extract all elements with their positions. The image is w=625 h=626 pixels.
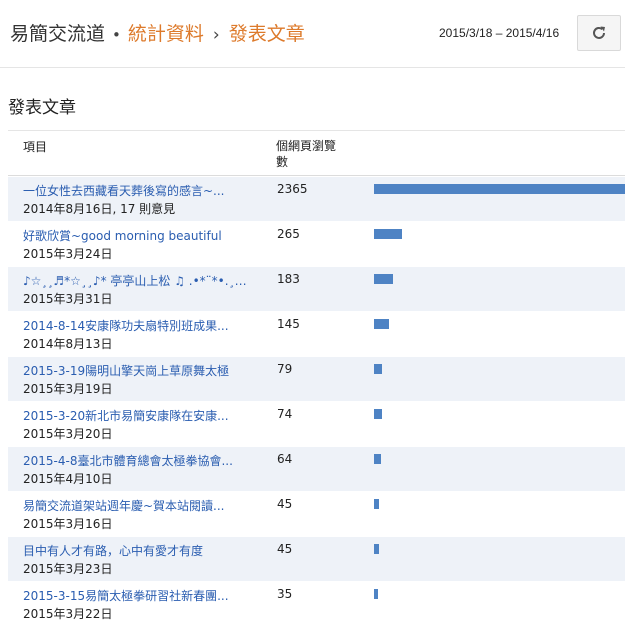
table-row: 目中有人才有路，心中有愛才有度 2015年3月23日 45 (8, 537, 625, 581)
view-count: 45 (277, 497, 293, 511)
view-bar (374, 544, 379, 554)
table-header: 項目 個網頁瀏覽數 (8, 130, 625, 176)
post-title-link[interactable]: 2015-3-19陽明山擎天崗上草原舞太極 (23, 362, 248, 379)
post-date: 2015年3月31日 (23, 292, 113, 306)
post-title-link[interactable]: 易簡交流道架站週年慶~賀本站閱讀... (23, 497, 248, 514)
breadcrumb-chevron-icon: › (212, 25, 220, 45)
date-range: 2015/3/18 – 2015/4/16 (439, 26, 560, 40)
breadcrumb-blog-name[interactable]: 易簡交流道 (10, 23, 105, 45)
post-date: 2015年4月10日 (23, 472, 113, 486)
table-row: 易簡交流道架站週年慶~賀本站閱讀... 2015年3月16日 45 (8, 492, 625, 536)
post-date: 2015年3月16日 (23, 517, 113, 531)
table-row: 2015-3-19陽明山擎天崗上草原舞太極 2015年3月19日 79 (8, 357, 625, 401)
view-count: 35 (277, 587, 293, 601)
view-bar (374, 499, 379, 509)
column-header-item: 項目 (23, 140, 48, 154)
post-title-link[interactable]: 好歌欣賞~good morning beautiful (23, 227, 248, 244)
posts-table: 項目 個網頁瀏覽數 一位女性去西藏看天葬後寫的感言~... 2014年8月16日,… (8, 130, 625, 626)
post-title-link[interactable]: 2014-8-14安康隊功夫扇特別班成果... (23, 317, 248, 334)
table-row: 2015-4-8臺北市體育總會太極拳協會... 2015年4月10日 64 (8, 447, 625, 491)
view-count: 265 (277, 227, 300, 241)
table-row: 2014-8-14安康隊功夫扇特別班成果... 2014年8月13日 145 (8, 312, 625, 356)
column-header-views: 個網頁瀏覽數 (276, 139, 337, 169)
post-title-link[interactable]: ♪☆¸¸♬*☆¸¸♪* 亭亭山上松 ♫ .•*¨*•.¸¸... (23, 272, 248, 289)
breadcrumb-dot-separator: • (112, 26, 121, 44)
table-body: 一位女性去西藏看天葬後寫的感言~... 2014年8月16日, 17 則意見 236… (8, 177, 625, 626)
refresh-button[interactable] (577, 15, 621, 51)
view-count: 183 (277, 272, 300, 286)
view-count: 45 (277, 542, 293, 556)
view-count: 79 (277, 362, 293, 376)
table-row: 一位女性去西藏看天葬後寫的感言~... 2014年8月16日, 17 則意見 236… (8, 177, 625, 221)
post-date: 2015年3月22日 (23, 607, 113, 621)
view-bar (374, 454, 381, 464)
post-title-link[interactable]: 2015-4-8臺北市體育總會太極拳協會... (23, 452, 248, 469)
refresh-icon (593, 26, 605, 39)
post-date: 2015年3月24日 (23, 247, 113, 261)
section-title: 發表文章 (8, 98, 76, 118)
view-count: 145 (277, 317, 300, 331)
post-title-link[interactable]: 一位女性去西藏看天葬後寫的感言~... (23, 182, 248, 199)
post-title-link[interactable]: 2015-3-15易簡太極拳研習社新春團... (23, 587, 248, 604)
breadcrumb-current-page: 發表文章 (228, 23, 305, 45)
post-date: 2015年3月23日 (23, 562, 113, 576)
post-date: 2014年8月13日 (23, 337, 113, 351)
breadcrumb: 易簡交流道 • 統計資料 › 發表文章 (10, 20, 305, 49)
view-bar (374, 364, 382, 374)
view-bar (374, 229, 402, 239)
view-count: 74 (277, 407, 293, 421)
table-row: ♪☆¸¸♬*☆¸¸♪* 亭亭山上松 ♫ .•*¨*•.¸¸... 2015年3月3… (8, 267, 625, 311)
view-count: 64 (277, 452, 293, 466)
view-bar (374, 409, 382, 419)
table-row: 2015-3-20新北市易簡安康隊在安康... 2015年3月20日 74 (8, 402, 625, 446)
table-row: 2015-3-15易簡太極拳研習社新春團... 2015年3月22日 35 (8, 582, 625, 626)
table-row: 好歌欣賞~good morning beautiful 2015年3月24日 265 (8, 222, 625, 266)
post-date: 2015年3月20日 (23, 427, 113, 441)
breadcrumb-stats-link[interactable]: 統計資料 (128, 23, 204, 45)
page-header: 易簡交流道 • 統計資料 › 發表文章 2015/3/18 – 2015/4/16 (0, 0, 625, 68)
post-date: 2014年8月16日, 17 則意見 (23, 202, 176, 216)
post-title-link[interactable]: 2015-3-20新北市易簡安康隊在安康... (23, 407, 248, 424)
view-bar (374, 319, 389, 329)
view-bar (374, 184, 625, 194)
view-count: 2365 (277, 182, 308, 196)
view-bar (374, 274, 393, 284)
post-title-link[interactable]: 目中有人才有路，心中有愛才有度 (23, 542, 248, 559)
post-date: 2015年3月19日 (23, 382, 113, 396)
view-bar (374, 589, 378, 599)
